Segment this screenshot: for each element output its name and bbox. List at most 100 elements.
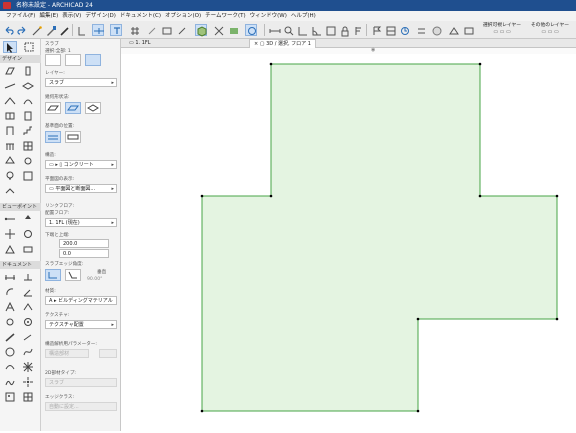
- properties-icon[interactable]: [352, 24, 364, 36]
- view-settings-icon[interactable]: [245, 24, 257, 36]
- layout-icon[interactable]: [384, 24, 396, 36]
- type-select[interactable]: スラブ: [45, 378, 117, 387]
- grid-snap-icon[interactable]: [128, 24, 140, 36]
- material-select[interactable]: A ▸ ビルディングマテリアル: [45, 296, 117, 305]
- vertex[interactable]: [200, 194, 204, 198]
- pen-icon[interactable]: [145, 24, 157, 36]
- zoom-icon[interactable]: [282, 24, 294, 36]
- shell-tool-icon[interactable]: [22, 95, 36, 107]
- tab-floor-plan[interactable]: ▭ 1. 1FL: [125, 39, 155, 48]
- mesh-tool-icon[interactable]: [4, 110, 18, 122]
- vertex[interactable]: [200, 409, 204, 413]
- worksheet-tool-icon[interactable]: [22, 228, 36, 240]
- drawing-tool-icon[interactable]: [4, 376, 18, 388]
- roof-tool-icon[interactable]: [4, 95, 18, 107]
- polygon-geometry-icon[interactable]: [45, 102, 61, 114]
- library-icon[interactable]: [447, 24, 459, 36]
- ref-plane-bottom-icon[interactable]: [65, 131, 81, 143]
- menu-file[interactable]: ファイル(F): [6, 11, 35, 21]
- polyline-tool-icon[interactable]: [22, 346, 36, 358]
- elevation-tool-icon[interactable]: [22, 213, 36, 225]
- stair-tool-icon[interactable]: [22, 125, 36, 137]
- arc-tool-icon[interactable]: [22, 331, 36, 343]
- 3d-view-icon[interactable]: [195, 24, 207, 37]
- magic-wand-icon[interactable]: [30, 24, 42, 36]
- layer-combo-visible-button[interactable]: 選択可視レイヤー ▭ ▭ ▭: [478, 23, 526, 37]
- layer-combo-other-button[interactable]: その他のレイヤー ▭ ▭ ▭: [528, 23, 572, 37]
- menu-design[interactable]: デザイン(D): [85, 11, 116, 21]
- palette-icon[interactable]: [462, 24, 474, 36]
- vertex[interactable]: [555, 194, 559, 198]
- door-tool-icon[interactable]: [4, 125, 18, 137]
- eyedropper-icon[interactable]: [44, 24, 56, 36]
- thickness-input[interactable]: 200.0: [59, 239, 109, 248]
- menu-options[interactable]: オプション(O): [165, 11, 201, 21]
- suspend-groups-icon[interactable]: [75, 24, 87, 36]
- publish-icon[interactable]: [398, 24, 410, 36]
- redo-icon[interactable]: [15, 24, 27, 36]
- teamwork-icon[interactable]: [415, 24, 427, 36]
- label-tool-icon[interactable]: [22, 301, 36, 313]
- window-tool-icon[interactable]: [22, 110, 36, 122]
- edge-angled-icon[interactable]: [65, 269, 81, 281]
- structure-select[interactable]: ▭ ▸ ▯ コンクリート ▸: [45, 160, 117, 169]
- lamp-tool-icon[interactable]: [4, 170, 18, 182]
- morph-tool-icon[interactable]: [4, 155, 18, 167]
- home-story-select[interactable]: 1. 1FL (現在) ▸: [45, 218, 117, 227]
- texture-select[interactable]: テクスチャ配置 ▸: [45, 320, 117, 329]
- grid-tool-icon[interactable]: [22, 391, 36, 403]
- lock-icon[interactable]: [338, 24, 350, 37]
- class-select[interactable]: 自動に設定...: [45, 402, 117, 411]
- edge-vertical-icon[interactable]: [45, 269, 61, 281]
- offset-input[interactable]: 0.0: [59, 249, 109, 258]
- curtain-wall-tool-icon[interactable]: [22, 140, 36, 152]
- toolbox-section-design[interactable]: デザイン: [0, 55, 41, 63]
- arrow-tool[interactable]: [3, 41, 17, 53]
- vertex[interactable]: [416, 317, 420, 321]
- elevation-icon[interactable]: [227, 24, 239, 36]
- vertex[interactable]: [555, 317, 559, 321]
- object-tool-icon[interactable]: [22, 155, 36, 167]
- favorites-icon[interactable]: [65, 54, 81, 66]
- rotated-rect-geometry-icon[interactable]: [85, 102, 101, 114]
- render-icon[interactable]: [430, 24, 442, 36]
- skylight-tool-icon[interactable]: [4, 185, 18, 197]
- gravity-icon[interactable]: [110, 24, 122, 36]
- change-tool-icon[interactable]: [22, 376, 36, 388]
- pen-set-icon[interactable]: [175, 24, 187, 36]
- level-dimension-tool-icon[interactable]: [22, 271, 36, 283]
- railing-tool-icon[interactable]: [4, 140, 18, 152]
- settings-dialog-icon[interactable]: [45, 54, 61, 66]
- angle-dimension-tool-icon[interactable]: [22, 286, 36, 298]
- ref-plane-top-icon[interactable]: [45, 131, 61, 143]
- params-checkbox[interactable]: 構造部材: [45, 349, 89, 358]
- slab-tool-icon[interactable]: [22, 80, 36, 92]
- angle-icon[interactable]: [310, 24, 322, 36]
- image-tool-icon[interactable]: [4, 391, 18, 403]
- floor-plan-select[interactable]: ▭ 平面図と断面図... ▸: [45, 184, 117, 193]
- dimension-tool-icon[interactable]: [4, 271, 18, 283]
- vertex[interactable]: [416, 409, 420, 413]
- tab-3d-view[interactable]: × ▢ 3D / 選択, フロア 1: [249, 39, 316, 48]
- vertex[interactable]: [269, 62, 273, 66]
- eye-icon[interactable]: ◉: [371, 47, 375, 53]
- rect-geometry-icon[interactable]: [65, 102, 81, 114]
- drawing-canvas[interactable]: [121, 54, 576, 431]
- spline-tool-icon[interactable]: [4, 361, 18, 373]
- view-select-icon[interactable]: [85, 54, 101, 66]
- marquee-tool[interactable]: [23, 41, 37, 53]
- vertex[interactable]: [478, 194, 482, 198]
- vertex[interactable]: [269, 194, 273, 198]
- section-icon[interactable]: [212, 24, 224, 36]
- measure-icon[interactable]: [268, 24, 281, 36]
- figure-tool-icon[interactable]: [22, 316, 36, 328]
- text-tool-icon[interactable]: [4, 301, 18, 313]
- menu-teamwork[interactable]: チームワーク(T): [205, 11, 246, 21]
- snap-guides-icon[interactable]: [92, 24, 104, 36]
- toolbox-section-viewpoint[interactable]: ビューポイント: [0, 203, 41, 211]
- undo-icon[interactable]: [2, 24, 14, 36]
- zone-tool-icon[interactable]: [22, 170, 36, 182]
- line-tool-icon[interactable]: [4, 331, 18, 343]
- camera-tool-icon[interactable]: [22, 243, 36, 255]
- menu-edit[interactable]: 編集(E): [39, 11, 58, 21]
